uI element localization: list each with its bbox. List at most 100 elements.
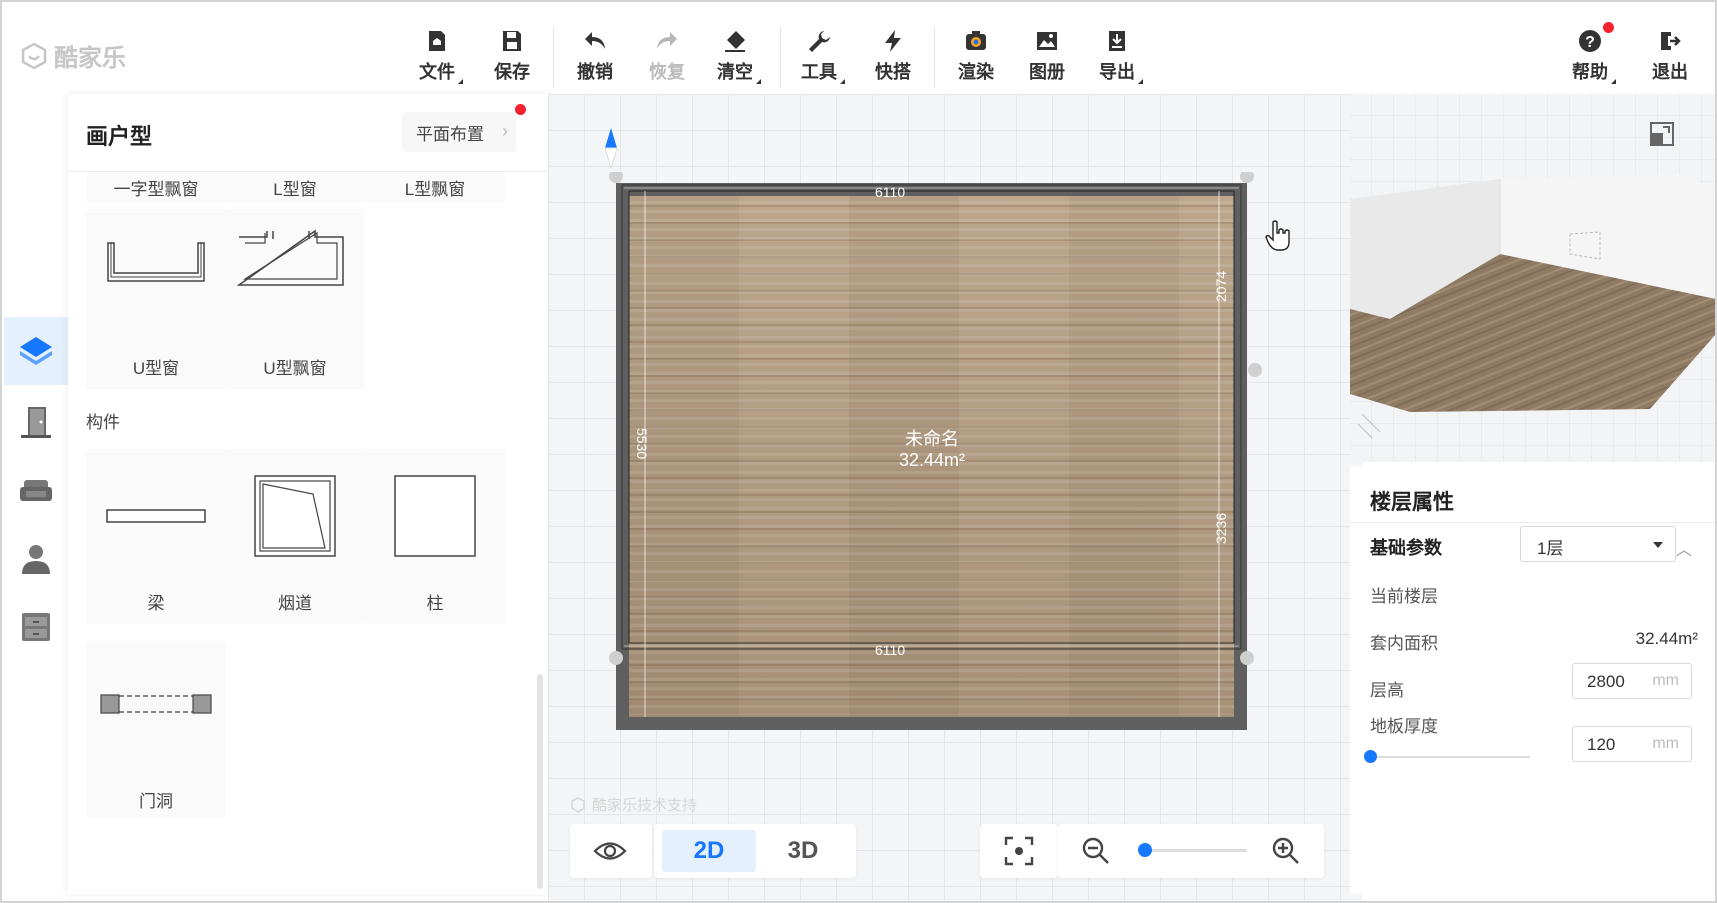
card-flue[interactable]: 烟道 [225,449,365,624]
card-l-window[interactable]: L型窗 [225,173,365,203]
zoom-slider-track[interactable] [1143,849,1247,852]
clear-label: 清空 [717,62,753,82]
save-icon [503,31,521,51]
area-label: 套内面积 [1370,634,1438,653]
card-l-bay-window[interactable]: L型飘窗 [365,173,505,203]
height-value: 2800 [1587,672,1625,691]
redo-icon [657,32,677,49]
redo-label: 恢复 [649,62,685,82]
card-label: 柱 [426,594,444,613]
toolbar-divider [780,26,781,88]
chevron-up-icon[interactable]: ︿ [1676,536,1692,560]
card-column[interactable]: 柱 [365,449,505,624]
exit-button[interactable]: 退出 [1640,28,1700,88]
album-button[interactable]: 图册 [1017,28,1077,88]
card-label: 烟道 [278,594,312,613]
thickness-value: 120 [1587,735,1616,754]
zoom-out-button[interactable] [1076,831,1116,871]
rail-item-floorplan[interactable] [4,317,68,385]
room-area: 32.44m² [898,450,966,470]
file-label: 文件 [419,62,455,82]
tools-label: 工具 [801,62,837,82]
plan-layout-button[interactable]: 平面布置 › [402,104,526,152]
height-label: 层高 [1370,681,1404,700]
card-straight-bay-window[interactable]: 一字型飘窗 [86,173,226,203]
rail-item-person[interactable] [4,525,68,593]
wrench-icon [809,31,830,52]
room-label[interactable]: 未命名 32.44m² [882,429,982,471]
quick-build-button[interactable]: 快搭 [863,28,923,88]
thickness-slider-thumb[interactable] [1364,750,1377,763]
height-input[interactable]: 2800 mm [1572,663,1692,699]
tools-button[interactable]: 工具 [789,28,849,88]
basic-params-heading[interactable]: 基础参数 [1370,534,1442,560]
thickness-slider-track[interactable] [1370,756,1530,758]
render-label: 渲染 [958,62,994,82]
focus-frame-icon [1004,836,1034,866]
undo-button[interactable]: 撤销 [565,28,625,88]
zoom-out-icon [1082,837,1109,864]
visibility-toggle[interactable] [590,831,630,871]
dim-bottom: 6110 [875,642,905,658]
dim-top: 6110 [875,184,905,200]
view-2d-button[interactable]: 2D [662,830,756,872]
top-toolbar: 酷家乐 文件 保存 撤销 恢复 清空 工具 快搭 渲染 图册 导出 ? 帮助 退… [2,2,1715,94]
rail-item-door[interactable] [4,388,68,456]
current-floor-select[interactable]: 1层 [1520,526,1676,562]
card-u-window[interactable]: U型窗 [86,209,226,389]
camera-icon [966,31,986,50]
card-u-bay-window[interactable]: U型飘窗 [225,209,365,389]
room-name: 未命名 [905,429,959,449]
person-icon [22,545,50,574]
u-bay-window-icon [237,229,344,286]
app-logo[interactable]: 酷家乐 [20,38,126,73]
file-home-icon [429,31,445,51]
card-label: 一字型飘窗 [113,180,199,199]
panel-scrollbar[interactable] [537,674,543,889]
card-label: U型窗 [132,359,180,378]
switch-view-button[interactable] [1642,114,1682,154]
help-label: 帮助 [1572,62,1608,82]
hand-cursor-icon [1265,220,1290,251]
file-button[interactable]: 文件 [407,28,467,88]
divider [1350,522,1715,523]
door-opening-icon [100,694,212,714]
lightning-icon [885,30,901,52]
thickness-label: 地板厚度 [1370,717,1438,736]
window-switch-icon [1650,122,1674,146]
thickness-input[interactable]: 120 mm [1572,726,1692,762]
thickness-unit: mm [1652,735,1679,752]
card-door-opening[interactable]: 门洞 [86,642,226,817]
help-button[interactable]: ? 帮助 [1560,28,1620,88]
redo-button[interactable]: 恢复 [637,28,697,88]
height-unit: mm [1652,672,1679,689]
properties-title: 楼层属性 [1370,491,1454,514]
save-button[interactable]: 保存 [482,28,542,88]
logo-icon [571,796,585,813]
render-button[interactable]: 渲染 [946,28,1006,88]
fit-view-button[interactable] [999,831,1039,871]
panel-title: 画户型 [86,124,153,149]
rail-item-furniture[interactable] [4,457,68,525]
zoom-in-button[interactable] [1266,831,1306,871]
watermark-text: 酷家乐技术支持 [592,797,698,814]
clear-button[interactable]: 清空 [705,28,765,88]
view-3d-button[interactable]: 3D [756,830,850,872]
exit-label: 退出 [1652,62,1688,82]
rail-item-cabinet[interactable] [4,593,68,661]
logo-text: 酷家乐 [54,45,126,72]
watermark: 酷家乐技术支持 [570,794,697,815]
chevron-right-icon: › [502,121,508,141]
card-beam[interactable]: 梁 [86,449,226,624]
door-icon [21,407,51,438]
export-label: 导出 [1099,62,1135,82]
undo-label: 撤销 [577,62,613,82]
svg-text:?: ? [1585,34,1595,51]
floorplan-icon [20,337,52,365]
export-button[interactable]: 导出 [1087,28,1147,88]
zoom-slider-thumb[interactable] [1138,843,1152,857]
beam-icon [106,509,206,523]
plan-layout-label: 平面布置 [416,124,484,144]
card-label: U型飘窗 [263,359,327,378]
dim-left: 5530 [634,428,650,459]
